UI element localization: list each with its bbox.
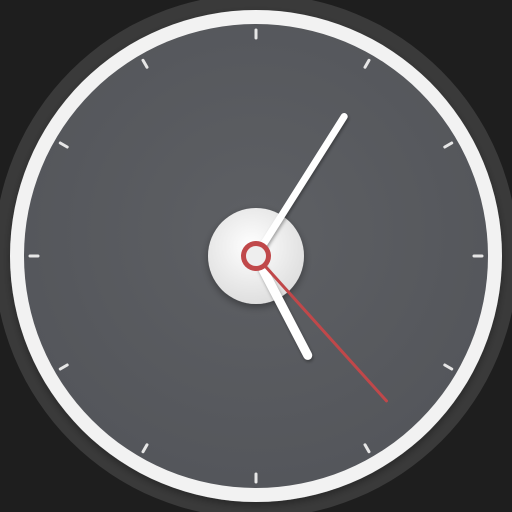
clock-face-icon [0, 0, 512, 512]
analog-clock-widget [0, 0, 512, 512]
hub-cap-inner [246, 246, 266, 266]
